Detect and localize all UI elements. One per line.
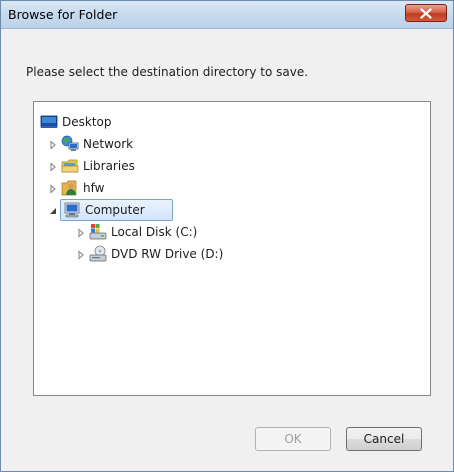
tree-item-label: Network [83, 137, 134, 151]
tree-item-hfw[interactable]: hfw [48, 177, 248, 199]
tree-item-label: Local Disk (C:) [111, 225, 198, 239]
instruction-text: Please select the destination directory … [26, 65, 309, 79]
computer-icon [64, 202, 80, 218]
tree-item-computer[interactable]: Computer [48, 199, 248, 221]
title-bar[interactable]: Browse for Folder [1, 1, 453, 29]
libraries-icon [61, 159, 79, 173]
tree-item-libraries[interactable]: Libraries [48, 155, 248, 177]
expand-arrow-icon[interactable] [76, 250, 86, 260]
expand-arrow-icon[interactable] [48, 184, 58, 194]
browse-for-folder-dialog: Browse for Folder Please select the dest… [0, 0, 454, 472]
expand-arrow-icon[interactable] [48, 140, 58, 150]
local-disk-icon [89, 224, 107, 240]
tree-item-label: Desktop [62, 115, 112, 129]
tree-item-network[interactable]: Network [48, 133, 248, 155]
close-x-icon [420, 8, 432, 19]
folder-tree[interactable]: Desktop Network Libraries hfw Computer L… [33, 101, 431, 396]
tree-item-dvd-drive-d[interactable]: DVD RW Drive (D:) [76, 243, 276, 265]
tree-item-label: DVD RW Drive (D:) [111, 247, 224, 261]
user-folder-icon [61, 180, 77, 196]
dvd-drive-icon [89, 245, 107, 262]
tree-item-local-disk-c[interactable]: Local Disk (C:) [76, 221, 276, 243]
cancel-button[interactable]: Cancel [346, 427, 422, 451]
expand-arrow-icon[interactable] [48, 162, 58, 172]
collapse-arrow-icon[interactable] [48, 206, 58, 216]
tree-item-desktop[interactable]: Desktop [40, 111, 240, 133]
network-icon [61, 135, 79, 151]
tree-item-label: Computer [85, 203, 145, 217]
close-button[interactable] [405, 4, 447, 22]
dialog-title: Browse for Folder [8, 7, 118, 22]
ok-button[interactable]: OK [255, 427, 331, 451]
tree-item-label: Libraries [83, 159, 135, 173]
tree-item-label: hfw [83, 181, 105, 195]
expand-arrow-icon[interactable] [76, 228, 86, 238]
desktop-icon [40, 115, 58, 128]
